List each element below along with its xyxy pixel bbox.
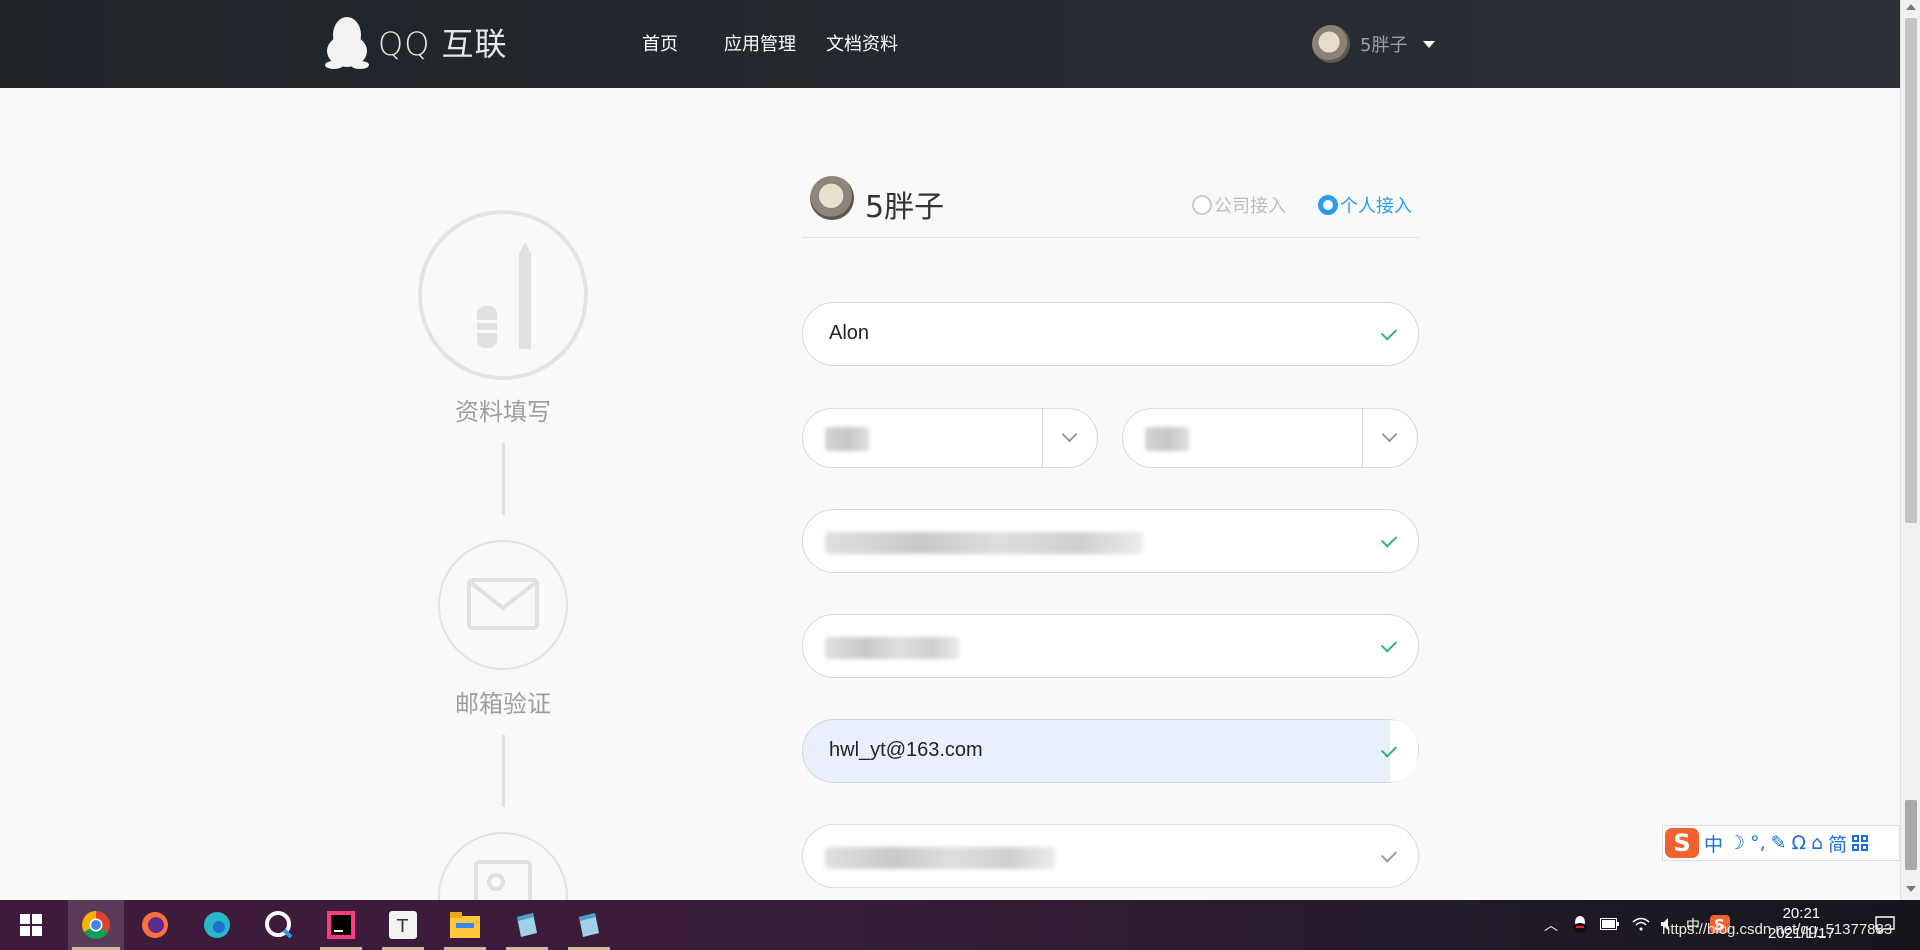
toolbox-icon[interactable]: ⌂ <box>1811 832 1823 854</box>
envelope-icon <box>467 578 539 630</box>
phone-field[interactable] <box>802 824 1419 888</box>
blurred-value <box>825 847 1055 869</box>
email-field[interactable]: hwl_yt@163.com <box>802 719 1419 783</box>
check-icon <box>1380 531 1398 548</box>
select-divider <box>1042 409 1043 467</box>
chrome-icon[interactable] <box>68 900 124 950</box>
email-value: hwl_yt@163.com <box>829 739 983 761</box>
select-divider <box>1362 409 1363 467</box>
form-header: 5胖子 公司接入 个人接入 <box>802 172 1419 238</box>
wifi-icon[interactable] <box>1632 917 1650 934</box>
avatar <box>810 176 854 220</box>
csdn-watermark-url: https://blog.csdn.net/qq_51377883 <box>1662 921 1893 938</box>
check-icon <box>1380 636 1398 653</box>
blurred-value <box>825 427 869 451</box>
blurred-value <box>1145 427 1189 451</box>
nav-home[interactable]: 首页 <box>642 30 678 56</box>
user-name: 5胖子 <box>1360 35 1408 56</box>
notepad-icon[interactable] <box>502 900 552 950</box>
step-connector <box>502 735 505 807</box>
scrollbar-thumb[interactable] <box>1905 18 1917 523</box>
firefox-icon[interactable] <box>130 900 180 950</box>
scroll-down-icon[interactable] <box>1906 886 1916 892</box>
nav-app-management[interactable]: 应用管理 <box>724 30 796 56</box>
caret-down-icon <box>1423 40 1436 48</box>
chevron-up-icon[interactable]: ︿ <box>1544 915 1558 935</box>
headset-icon[interactable]: Ω <box>1792 832 1807 854</box>
blurred-value <box>825 532 1143 554</box>
qq-number-field[interactable] <box>802 614 1419 678</box>
radio-personal-access[interactable]: 个人接入 <box>1318 192 1412 218</box>
svg-text:T: T <box>396 916 409 937</box>
radio-label: 个人接入 <box>1340 196 1412 217</box>
moon-icon[interactable]: ☽ <box>1728 832 1745 854</box>
check-icon <box>1380 324 1398 341</box>
step-connector <box>502 443 505 515</box>
battery-icon[interactable] <box>1600 917 1620 933</box>
avatar <box>1312 25 1350 63</box>
simplified-chinese-toggle[interactable]: 简 <box>1828 830 1847 857</box>
nav-docs[interactable]: 文档资料 <box>826 30 898 56</box>
blurred-value <box>825 637 960 659</box>
qq-connect-logo[interactable]: QQ 互联 <box>324 15 508 69</box>
radio-label: 公司接入 <box>1214 196 1286 217</box>
step-email-verify <box>438 540 568 670</box>
check-icon <box>1380 846 1398 863</box>
address-field[interactable] <box>802 509 1419 573</box>
notepad-icon[interactable] <box>564 900 614 950</box>
scroll-up-icon[interactable] <box>1906 4 1916 10</box>
intellij-idea-icon[interactable] <box>316 900 366 950</box>
name-field[interactable]: Alon <box>802 302 1419 366</box>
punctuation-icon[interactable]: °, <box>1750 832 1766 854</box>
province-select[interactable] <box>802 408 1098 468</box>
sogou-logo-icon[interactable]: S <box>1665 828 1699 858</box>
penguin-logo-icon <box>325 17 369 69</box>
radio-selected-icon[interactable] <box>1318 195 1338 215</box>
windows-taskbar: T ︿ 中 S 20:21 2021/1/17 <box>0 900 1920 950</box>
id-card-icon <box>474 860 532 904</box>
name-value: Alon <box>829 322 870 344</box>
radio-circle-icon[interactable] <box>1192 195 1212 215</box>
grid-menu-icon[interactable] <box>1852 835 1869 851</box>
step-label-fill-info: 资料填写 <box>455 398 551 426</box>
step-fill-info <box>418 210 588 380</box>
city-select[interactable] <box>1122 408 1418 468</box>
qq-tray-icon[interactable] <box>1572 915 1588 936</box>
edge-icon[interactable] <box>192 900 242 950</box>
chevron-down-icon[interactable] <box>1381 426 1398 443</box>
user-menu[interactable]: 5胖子 <box>1312 25 1436 63</box>
qq-browser-icon[interactable] <box>254 900 304 950</box>
ime-toolbar[interactable]: S 中 ☽ °, ✎ Ω ⌂ 简 <box>1662 825 1900 861</box>
windows-start-icon[interactable] <box>6 900 56 950</box>
pen-icon[interactable]: ✎ <box>1771 832 1787 854</box>
top-navbar: QQ 互联 首页 应用管理 文档资料 5胖子 <box>0 0 1900 88</box>
logo-text: QQ 互联 <box>378 25 508 63</box>
pen-ruler-icon <box>477 242 531 349</box>
file-explorer-icon[interactable] <box>440 900 490 950</box>
page-scrollbar[interactable] <box>1900 0 1920 900</box>
ime-chinese-mode[interactable]: 中 <box>1704 830 1723 857</box>
typora-icon[interactable]: T <box>378 900 428 950</box>
check-icon <box>1380 741 1398 758</box>
chevron-down-icon[interactable] <box>1061 426 1078 443</box>
profile-name: 5胖子 <box>865 190 945 225</box>
scrollbar-marker <box>1905 800 1917 870</box>
radio-company-access[interactable]: 公司接入 <box>1192 192 1286 218</box>
step-label-email-verify: 邮箱验证 <box>455 690 551 718</box>
main-nav: 首页 应用管理 文档资料 <box>642 30 898 56</box>
